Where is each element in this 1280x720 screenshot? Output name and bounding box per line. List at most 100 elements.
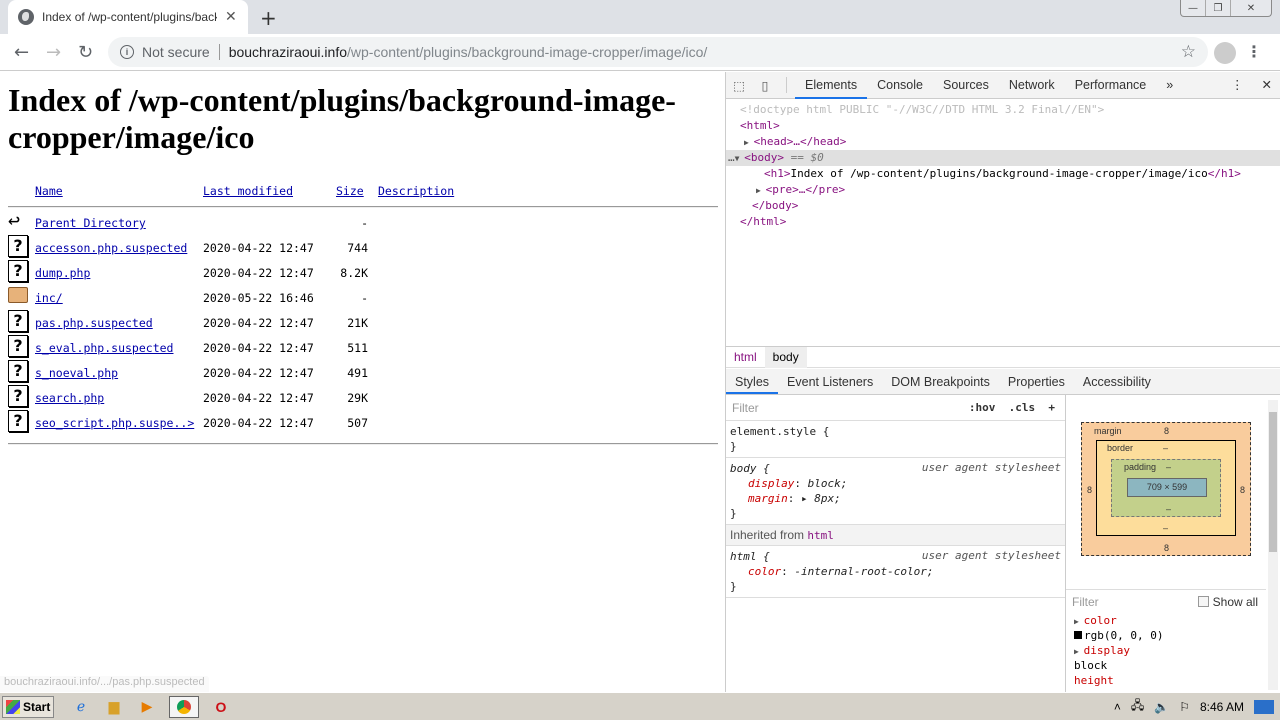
file-link[interactable]: search.php <box>35 391 104 405</box>
file-link[interactable]: seo_script.php.suspe..> <box>35 416 194 430</box>
file-link[interactable]: s_noeval.php <box>35 366 118 380</box>
tab-elements[interactable]: Elements <box>795 72 868 99</box>
breadcrumb-html[interactable]: html <box>726 350 765 364</box>
sort-by-size-link[interactable]: Size <box>336 184 368 198</box>
forward-icon[interactable]: → <box>46 42 61 63</box>
box-model-diagram: margin 8 8 8 8 border – – padding – – 70… <box>1081 422 1251 556</box>
modified-date: 2020-04-22 12:47 <box>203 341 314 355</box>
new-rule-button[interactable]: + <box>1048 401 1055 414</box>
html-rule[interactable]: html { user agent stylesheet color: -int… <box>726 546 1065 598</box>
restore-button[interactable]: ❐ <box>1206 0 1231 16</box>
opera-icon[interactable]: O <box>210 696 232 718</box>
subtab-event-listeners[interactable]: Event Listeners <box>778 369 882 394</box>
volume-icon[interactable]: 🔈 <box>1154 700 1169 714</box>
dom-head[interactable]: ▶ <head>…</head> <box>726 134 1280 150</box>
file-link[interactable]: inc/ <box>35 291 63 305</box>
file-link[interactable]: Parent Directory <box>35 216 146 230</box>
color-swatch[interactable] <box>1074 631 1082 639</box>
expand-triangle-icon[interactable]: ▶ <box>744 138 754 147</box>
start-button[interactable]: Start <box>2 695 54 718</box>
reload-icon[interactable]: ↻ <box>78 42 93 63</box>
new-tab-button[interactable]: + <box>260 6 277 30</box>
media-player-icon[interactable]: ▶ <box>136 696 158 718</box>
css-property[interactable]: display: block; <box>730 476 1061 491</box>
styles-subtabs: Styles Event Listeners DOM Breakpoints P… <box>726 369 1280 395</box>
styles-scrollbar[interactable] <box>1268 400 1278 690</box>
sort-by-name-link[interactable]: Name <box>35 184 63 198</box>
file-link[interactable]: s_eval.php.suspected <box>35 341 173 355</box>
file-explorer-icon[interactable]: ▆ <box>103 696 125 718</box>
modified-date: 2020-04-22 12:47 <box>203 391 314 405</box>
unknown-file-icon: ? <box>8 260 28 282</box>
dom-html-open[interactable]: <html> <box>726 118 1280 134</box>
collapse-triangle-icon[interactable]: ▼ <box>735 154 745 163</box>
dom-body-close[interactable]: </body> <box>726 198 1280 214</box>
file-size: 21K <box>347 316 368 330</box>
computed-property[interactable]: height <box>1066 673 1266 688</box>
inherited-from-link[interactable]: html <box>807 529 834 542</box>
network-warning-icon[interactable]: 🖧 <box>1131 696 1144 717</box>
chrome-icon[interactable] <box>169 695 199 718</box>
hov-toggle[interactable]: :hov <box>969 401 996 414</box>
window-close-button[interactable]: ✕ <box>1231 0 1271 16</box>
more-tabs-button[interactable]: » <box>1156 72 1183 99</box>
box-model-content[interactable]: 709 × 599 <box>1127 478 1207 497</box>
computed-property[interactable]: ▶ display <box>1066 643 1266 658</box>
browser-menu-icon[interactable]: ⋮ <box>1246 42 1262 61</box>
show-desktop-icon[interactable] <box>1254 699 1274 714</box>
styles-filter-input[interactable]: Filter :hov .cls + <box>726 395 1065 421</box>
system-tray: ˄ 🖧 🔈 ⚐ 8:46 AM <box>1114 696 1280 717</box>
address-bar[interactable]: i Not secure bouchraziraoui.info/wp-cont… <box>108 37 1208 67</box>
devtools-menu-icon[interactable]: ⋮ <box>1231 72 1244 99</box>
back-icon[interactable]: ← <box>14 42 29 63</box>
subtab-accessibility[interactable]: Accessibility <box>1074 369 1160 394</box>
device-toolbar-icon[interactable]: ▯ <box>752 78 778 93</box>
file-size: - <box>361 291 368 305</box>
dom-h1[interactable]: <h1>Index of /wp-content/plugins/backgro… <box>726 166 1280 182</box>
dom-doctype[interactable]: <!doctype html PUBLIC "-//W3C//DTD HTML … <box>726 102 1280 118</box>
computed-property[interactable]: ▶ color <box>1066 613 1266 628</box>
subtab-dom-breakpoints[interactable]: DOM Breakpoints <box>882 369 999 394</box>
cls-toggle[interactable]: .cls <box>1009 401 1036 414</box>
bookmark-star-icon[interactable]: ☆ <box>1181 42 1196 62</box>
subtab-styles[interactable]: Styles <box>726 369 779 394</box>
show-all-checkbox[interactable]: Show all <box>1197 595 1258 609</box>
dom-body-selected[interactable]: …▼ <body> == $0 <box>726 150 1280 166</box>
body-rule[interactable]: body { user agent stylesheet display: bl… <box>726 458 1065 525</box>
clock[interactable]: 8:46 AM <box>1200 700 1244 714</box>
action-center-flag-icon[interactable]: ⚐ <box>1179 700 1190 714</box>
element-style-rule[interactable]: element.style { } <box>726 421 1065 458</box>
tab-sources[interactable]: Sources <box>933 72 999 99</box>
subtab-properties[interactable]: Properties <box>999 369 1074 394</box>
css-property[interactable]: margin: ▸ 8px; <box>730 491 1061 506</box>
tab-close-icon[interactable]: ✕ <box>225 9 237 25</box>
css-property[interactable]: color: -internal-root-color; <box>730 564 1061 579</box>
dom-html-close[interactable]: </html> <box>726 214 1280 230</box>
minimize-button[interactable]: — <box>1181 0 1206 16</box>
expand-triangle-icon[interactable]: ▶ <box>756 186 766 195</box>
file-link[interactable]: pas.php.suspected <box>35 316 153 330</box>
unknown-file-icon: ? <box>8 310 28 332</box>
file-link[interactable]: accesson.php.suspected <box>35 241 187 255</box>
inspect-element-icon[interactable]: ⬚ <box>726 78 752 93</box>
devtools-close-icon[interactable]: ✕ <box>1262 72 1272 99</box>
tab-console[interactable]: Console <box>867 72 933 99</box>
listing-header: Name Last modified Size Description <box>8 184 718 204</box>
sort-by-description-link[interactable]: Description <box>378 184 454 198</box>
breadcrumb-body[interactable]: body <box>764 346 807 368</box>
styles-pane: Filter :hov .cls + element.style { } bod… <box>726 395 1066 692</box>
browser-tab[interactable]: Index of /wp-content/plugins/background-… <box>8 0 248 34</box>
info-icon[interactable]: i <box>120 45 134 59</box>
profile-avatar[interactable] <box>1214 42 1236 64</box>
tab-performance[interactable]: Performance <box>1065 72 1157 99</box>
file-link[interactable]: dump.php <box>35 266 90 280</box>
sort-by-modified-link[interactable]: Last modified <box>203 184 293 198</box>
dom-pre[interactable]: ▶ <pre>…</pre> <box>726 182 1280 198</box>
show-hidden-icons[interactable]: ˄ <box>1114 700 1121 714</box>
tab-title: Index of /wp-content/plugins/background-… <box>42 10 217 24</box>
internet-explorer-icon[interactable]: ℯ <box>70 696 92 718</box>
table-row: ? accesson.php.suspected 2020-04-22 12:47 7… <box>8 235 718 266</box>
tab-network[interactable]: Network <box>999 72 1065 99</box>
security-label[interactable]: Not secure <box>142 44 210 60</box>
computed-filter-input[interactable]: Filter Show all <box>1066 589 1266 613</box>
